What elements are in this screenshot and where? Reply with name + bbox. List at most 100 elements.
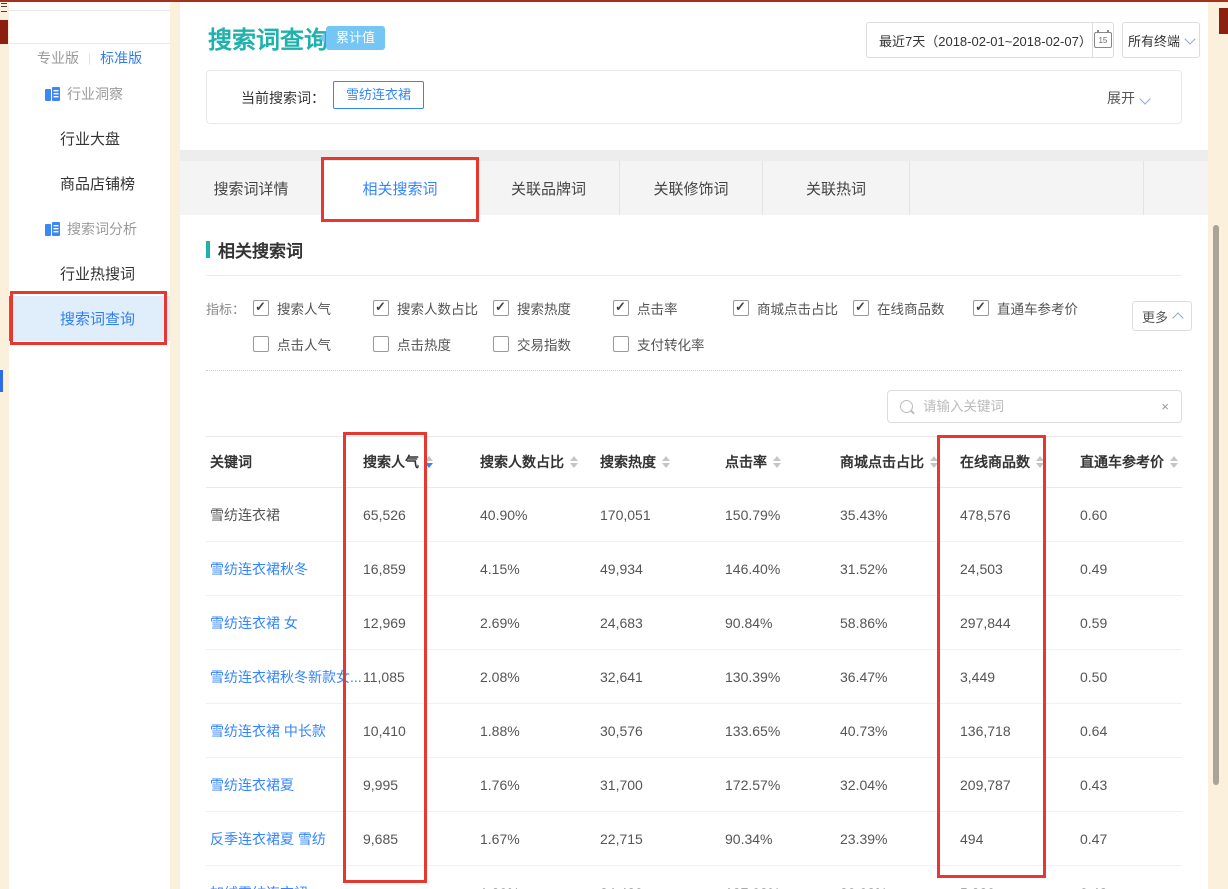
tab[interactable]: 关联修饰词 [620,161,763,215]
column-header[interactable]: 搜索人数占比 [480,452,600,472]
chevron-down-icon [1139,93,1150,104]
keyword-link[interactable]: 雪纺连衣裙秋冬新款女... [210,669,362,685]
keyword-link[interactable]: 反季连衣裙夏 雪纺 [210,831,326,847]
checkbox-icon[interactable] [973,300,989,316]
tab-separator: | [88,51,91,65]
searcher-ratio-cell: 40.90% [480,507,600,523]
metric-checkbox[interactable]: 点击热度 [373,334,493,354]
column-header[interactable]: 直通车参考价 [1080,452,1182,472]
sort-icon[interactable] [1170,456,1178,468]
keyword-link[interactable]: 雪纺连衣裙秋冬 [210,561,308,577]
table-row: 雪纺连衣裙 女 12,969 2.69% 24,683 90.84% 58.86… [206,596,1182,650]
metric-checkbox[interactable]: 点击率 [613,298,733,318]
metric-checkbox[interactable]: 搜索热度 [493,298,613,318]
sidebar-item[interactable]: 行业洞察 [9,71,170,116]
search-popularity-cell: 12,969 [363,615,480,631]
dotted-divider [206,370,1182,371]
tab[interactable]: 相关搜索词 [323,161,478,215]
sidebar-item[interactable]: 行业大盘 [9,116,170,161]
date-range-picker[interactable]: 最近7天（2018-02-01~2018-02-07） 15 [866,22,1114,58]
metric-checkbox[interactable]: 点击人气 [253,334,373,354]
checkbox-icon[interactable] [373,300,389,316]
click-rate-cell: 150.79% [725,507,840,523]
page-scrollbar[interactable] [1213,225,1219,785]
sort-icon[interactable] [1036,456,1044,468]
tab-standard-version[interactable]: 标准版 [100,48,142,68]
sort-up-arrow [570,456,578,461]
sidebar-item[interactable]: 搜索词分析 [9,206,170,251]
metric-checkbox[interactable]: 搜索人气 [253,298,373,318]
sort-down-arrow [1170,463,1178,468]
metric-label: 商城点击占比 [757,298,838,318]
left-frame-strip [0,2,9,889]
metric-checkbox[interactable]: 在线商品数 [853,298,973,318]
sort-icon[interactable] [570,456,578,468]
checkbox-icon[interactable] [613,336,629,352]
click-rate-cell: 172.57% [725,777,840,793]
metric-checkbox[interactable]: 搜索人数占比 [373,298,493,318]
keyword-cell: 雪纺连衣裙秋冬新款女... [206,667,363,687]
metric-checkbox[interactable]: 商城点击占比 [733,298,853,318]
sort-down-arrow [773,463,781,468]
column-header[interactable]: 商城点击占比 [840,452,960,472]
calendar-button[interactable]: 15 [1092,23,1113,57]
checkbox-icon[interactable] [493,336,509,352]
sort-icon[interactable] [930,456,938,468]
checkbox-icon[interactable] [733,300,749,316]
keyword-link[interactable]: 雪纺连衣裙 [210,507,280,523]
terminal-select[interactable]: 所有终端 [1122,22,1200,58]
metric-checkbox[interactable]: 交易指数 [493,334,613,354]
checkbox-icon[interactable] [373,336,389,352]
search-heat-cell: 31,700 [600,777,725,793]
related-terms-table: 关键词 搜索人气 [206,436,1182,889]
checkbox-icon[interactable] [493,300,509,316]
tab-pro-version[interactable]: 专业版 [37,48,79,68]
more-metrics-button[interactable]: 更多 [1132,301,1192,331]
sort-icon[interactable] [662,456,670,468]
keyword-link[interactable]: 加绒雪纺连衣裙 [210,885,308,889]
column-header[interactable]: 在线商品数 [960,452,1080,472]
online-products-cell: 5,239 [960,885,1080,889]
sidebar-item[interactable]: 行业热搜词 [9,251,170,296]
sort-icon[interactable] [425,456,433,468]
column-label: 直通车参考价 [1080,452,1164,472]
expand-toggle[interactable]: 展开 [1107,88,1149,108]
current-term-chip[interactable]: 雪纺连衣裙 [333,81,424,109]
tab[interactable]: 搜索词详情 [180,161,323,215]
keyword-link[interactable]: 雪纺连衣裙 中长款 [210,723,326,739]
column-header[interactable]: 点击率 [725,452,840,472]
sort-down-arrow [930,463,938,468]
column-header[interactable]: 搜索热度 [600,452,725,472]
sidebar-item[interactable]: 商品店铺榜 [9,161,170,206]
keyword-link[interactable]: 雪纺连衣裙夏 [210,777,294,793]
keyword-cell: 反季连衣裙夏 雪纺 [206,829,363,849]
mall-click-ratio-cell: 32.04% [840,777,960,793]
keyword-link[interactable]: 雪纺连衣裙 女 [210,615,298,631]
column-header[interactable]: 搜索人气 [363,452,480,472]
column-label: 关键词 [210,452,252,472]
clear-icon[interactable]: × [1149,399,1181,414]
menu-icon[interactable] [1,3,7,12]
column-header[interactable]: 关键词 [206,452,363,472]
column-label: 搜索人数占比 [480,452,564,472]
checkbox-icon[interactable] [253,300,269,316]
tab[interactable]: 关联热词 [763,161,910,215]
sidebar-item-label: 行业大盘 [60,128,120,149]
checkbox-icon[interactable] [253,336,269,352]
tab[interactable]: 关联品牌词 [478,161,620,215]
sort-icon[interactable] [773,456,781,468]
checkbox-icon[interactable] [853,300,869,316]
metric-label: 支付转化率 [637,334,705,354]
click-rate-cell: 90.84% [725,615,840,631]
tabbar-spacer [1144,161,1208,215]
metric-checkbox[interactable]: 支付转化率 [613,334,733,354]
sidebar-scrollbar[interactable] [0,370,3,392]
sidebar-item[interactable]: 搜索词查询 [9,296,170,341]
metric-checkbox[interactable]: 直通车参考价 [973,298,1093,318]
keyword-cell: 加绒雪纺连衣裙 [206,883,363,889]
search-input[interactable] [921,398,1149,415]
sort-up-arrow [1170,456,1178,461]
metric-label: 交易指数 [517,334,571,354]
terminal-label: 所有终端 [1128,31,1180,50]
checkbox-icon[interactable] [613,300,629,316]
